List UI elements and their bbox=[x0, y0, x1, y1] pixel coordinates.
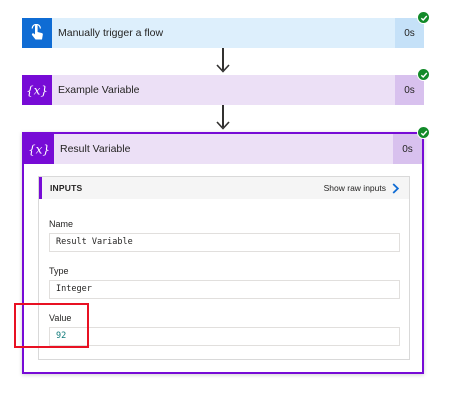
step-title: Example Variable bbox=[58, 84, 140, 96]
field-label-type: Type bbox=[49, 266, 69, 276]
svg-text:{x}: {x} bbox=[26, 84, 48, 98]
field-value-type: Integer bbox=[49, 280, 400, 299]
field-value-name: Result Variable bbox=[49, 233, 400, 252]
variable-icon: {x} bbox=[24, 134, 54, 164]
touch-hand-icon bbox=[22, 18, 52, 48]
arrow-down-icon bbox=[216, 121, 230, 130]
step-card-example-variable[interactable]: {x} Example Variable 0s bbox=[22, 75, 424, 105]
step-card-manual-trigger[interactable]: Manually trigger a flow 0s bbox=[22, 18, 424, 48]
inputs-title: INPUTS bbox=[50, 183, 83, 193]
step-duration: 0s bbox=[393, 134, 422, 164]
success-check-icon bbox=[417, 68, 430, 81]
inputs-panel: INPUTS Show raw inputs Name Result Varia… bbox=[38, 176, 410, 360]
step-title: Manually trigger a flow bbox=[58, 27, 164, 39]
svg-text:{x}: {x} bbox=[28, 143, 50, 157]
success-check-icon bbox=[417, 126, 430, 139]
chevron-right-icon bbox=[392, 182, 399, 194]
step-title: Result Variable bbox=[60, 143, 131, 155]
field-value-value: 92 bbox=[49, 327, 400, 346]
show-raw-inputs-label: Show raw inputs bbox=[323, 183, 386, 193]
annotation-highlight-box bbox=[14, 303, 89, 348]
field-label-name: Name bbox=[49, 219, 74, 229]
success-check-icon bbox=[417, 11, 430, 24]
variable-icon: {x} bbox=[22, 75, 52, 105]
show-raw-inputs-link[interactable]: Show raw inputs bbox=[323, 182, 399, 194]
arrow-down-icon bbox=[216, 64, 230, 73]
inputs-header: INPUTS Show raw inputs bbox=[39, 177, 409, 199]
step-card-result-variable[interactable]: {x} Result Variable 0s bbox=[24, 134, 422, 164]
